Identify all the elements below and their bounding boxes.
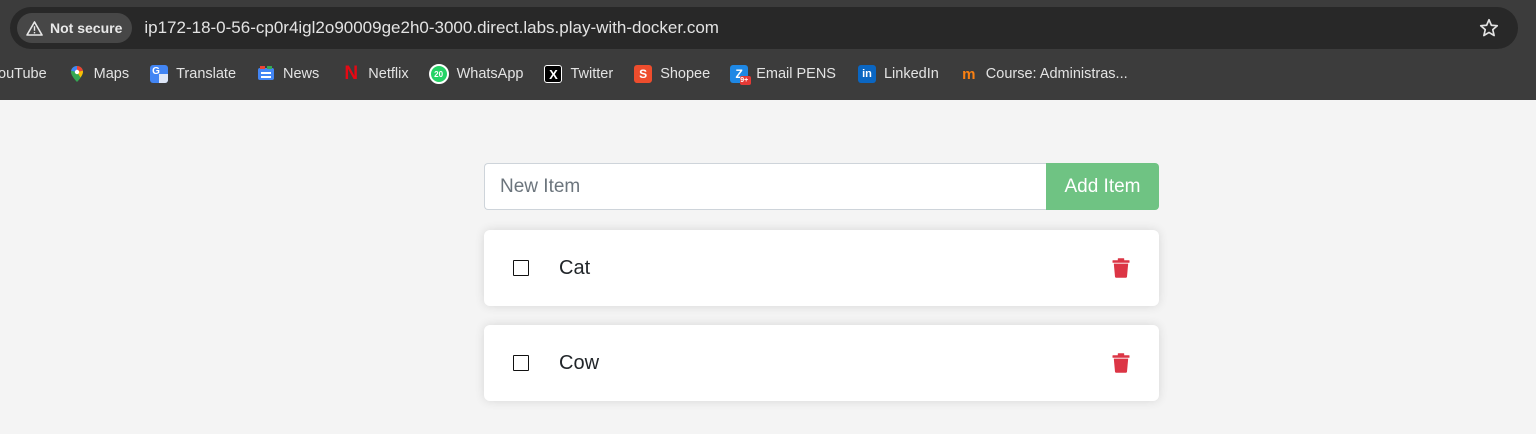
bookmark-label: WhatsApp <box>456 66 524 82</box>
warning-icon <box>26 20 43 36</box>
bookmark-news[interactable]: News <box>257 60 319 88</box>
trash-icon[interactable] <box>1112 353 1130 373</box>
todo-item: Cow <box>484 325 1159 401</box>
new-item-form: Add Item <box>484 163 1159 210</box>
linkedin-icon: in <box>857 65 876 83</box>
netflix-icon: N <box>344 63 359 84</box>
browser-chrome: Not secure ip172-18-0-56-cp0r4igl2o90009… <box>0 0 1536 100</box>
trash-icon[interactable] <box>1112 258 1130 278</box>
security-label: Not secure <box>50 20 123 36</box>
bookmarks-bar: ouTube Maps G Translate News N Netflix 2… <box>0 60 1128 88</box>
bookmark-label: LinkedIn <box>883 66 939 82</box>
bookmark-label: ouTube <box>0 66 47 82</box>
item-name: Cat <box>559 256 591 279</box>
item-name: Cow <box>559 351 600 374</box>
item-checkbox[interactable] <box>513 260 529 276</box>
security-indicator[interactable]: Not secure <box>17 13 133 43</box>
twitter-x-icon: X <box>544 65 563 83</box>
bookmark-linkedin[interactable]: in LinkedIn <box>857 60 939 88</box>
address-bar[interactable]: Not secure ip172-18-0-56-cp0r4igl2o90009… <box>10 7 1518 49</box>
news-icon <box>257 65 275 83</box>
translate-icon: G <box>150 65 169 83</box>
bookmark-maps[interactable]: Maps <box>68 60 129 88</box>
whatsapp-icon: 20 <box>428 64 449 84</box>
bookmark-label: Email PENS <box>756 66 836 82</box>
bookmark-whatsapp[interactable]: 20 WhatsApp <box>428 60 524 88</box>
bookmark-star-icon[interactable] <box>1478 17 1500 39</box>
bookmark-label: News <box>283 66 320 82</box>
item-checkbox[interactable] <box>513 355 529 371</box>
moodle-icon: m <box>962 65 976 83</box>
shopee-icon: S <box>634 65 653 83</box>
url-text[interactable]: ip172-18-0-56-cp0r4igl2o90009ge2h0-3000.… <box>144 18 719 38</box>
bookmark-label: Netflix <box>368 66 409 82</box>
bookmark-label: Course: Administras... <box>985 66 1128 82</box>
bookmark-label: Translate <box>176 66 237 82</box>
bookmark-email-pens[interactable]: Z 9+ Email PENS <box>730 60 836 88</box>
new-item-input[interactable] <box>484 163 1046 210</box>
bookmark-shopee[interactable]: S Shopee <box>634 60 710 88</box>
bookmark-twitter[interactable]: X Twitter <box>544 60 613 88</box>
bookmark-label: Twitter <box>570 66 614 82</box>
bookmark-netflix[interactable]: N Netflix <box>342 60 408 88</box>
bookmark-label: Shopee <box>660 66 711 82</box>
add-item-button[interactable]: Add Item <box>1046 163 1159 210</box>
zimbra-icon: Z 9+ <box>730 65 752 85</box>
todo-item: Cat <box>484 230 1159 306</box>
bookmark-translate[interactable]: G Translate <box>150 60 236 88</box>
bookmark-youtube[interactable]: ouTube <box>0 60 47 88</box>
bookmark-label: Maps <box>93 66 130 82</box>
bookmark-course[interactable]: m Course: Administras... <box>960 60 1128 88</box>
maps-icon <box>68 65 86 83</box>
